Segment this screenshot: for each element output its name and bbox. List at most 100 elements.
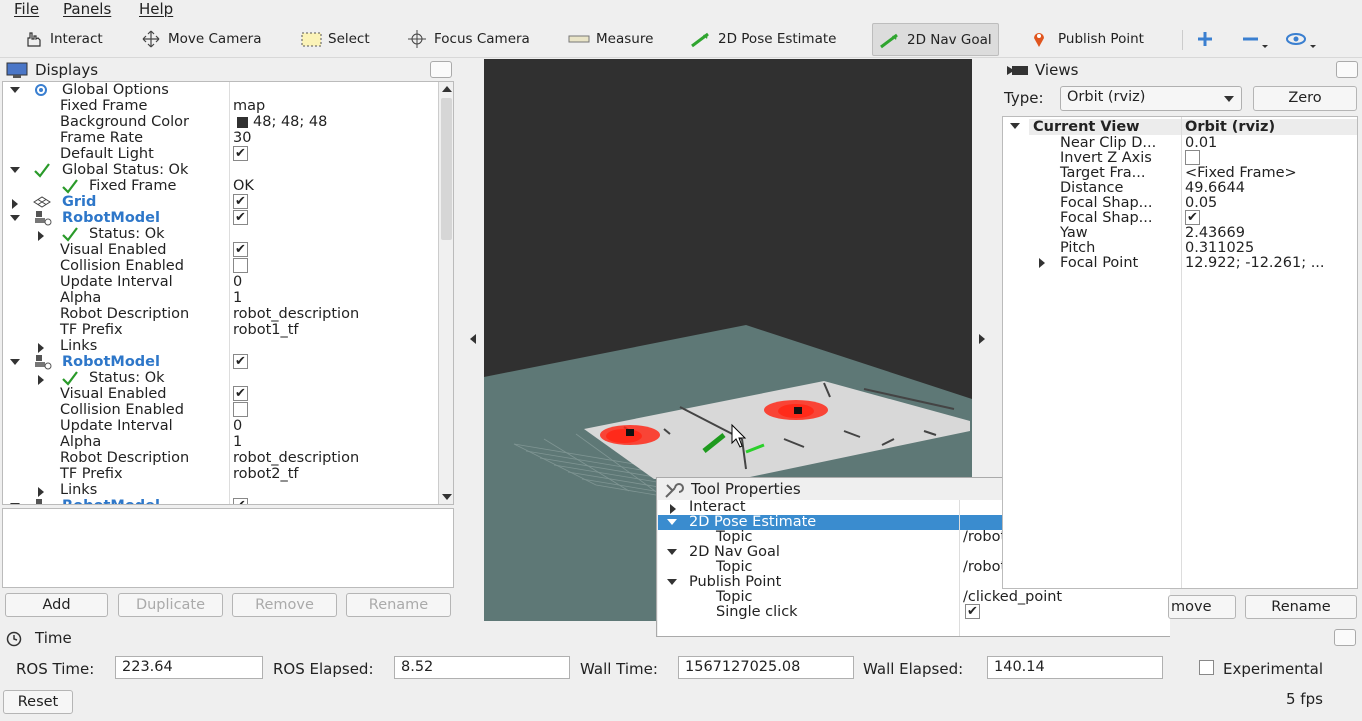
enabled-checkbox[interactable]: ✔ [233, 146, 248, 161]
tool-publish-point[interactable]: Publish Point [1030, 26, 1144, 52]
tool-focus-camera[interactable]: Focus Camera [406, 26, 530, 52]
single-click-checkbox[interactable]: ✔ [965, 604, 980, 619]
view-row-value[interactable]: <Fixed Frame> [1185, 165, 1297, 181]
time-float-button[interactable] [1334, 629, 1356, 646]
scroll-down-arrow[interactable] [442, 494, 452, 500]
expand-arrow[interactable] [38, 343, 44, 353]
expand-arrow[interactable] [667, 519, 677, 525]
display-row-value[interactable]: robot1_tf [233, 322, 299, 338]
view-row-value[interactable]: 0.01 [1185, 135, 1217, 151]
enabled-checkbox[interactable]: ✔ [233, 242, 248, 257]
view-row-name: Focal Shap... [1060, 210, 1153, 226]
enabled-checkbox[interactable]: ✔ [233, 386, 248, 401]
expand-arrow[interactable] [10, 503, 20, 504]
collapse-left-arrow[interactable] [470, 334, 476, 344]
chevron-down-icon [1224, 96, 1234, 102]
enabled-checkbox[interactable] [233, 258, 248, 273]
remove-tool-icon[interactable] [1240, 30, 1272, 54]
expand-arrow[interactable] [10, 215, 20, 221]
displays-scrollbar[interactable] [438, 82, 453, 504]
views-float-button[interactable] [1336, 61, 1358, 78]
displays-tree[interactable]: Global Options Fixed Frame map Background C… [2, 81, 454, 505]
add-display-button[interactable]: Add [5, 593, 108, 617]
expand-focal-point[interactable] [1039, 258, 1045, 268]
display-row-value[interactable]: map [233, 98, 265, 114]
reset-button[interactable]: Reset [3, 690, 73, 714]
add-tool-icon[interactable] [1196, 30, 1216, 54]
display-row-value[interactable]: 30 [233, 130, 251, 146]
display-row-value[interactable]: robot_description [233, 306, 359, 322]
collapse-right-arrow[interactable] [979, 334, 985, 344]
display-row-name: Collision Enabled [60, 402, 184, 418]
expand-arrow[interactable] [667, 579, 677, 585]
tool-row-value[interactable]: /clicked_point [963, 589, 1062, 605]
expand-arrow[interactable] [667, 549, 677, 555]
expand-arrow[interactable] [38, 487, 44, 497]
enabled-checkbox[interactable] [233, 402, 248, 417]
experimental-checkbox[interactable] [1199, 660, 1214, 675]
display-row-name: Status: Ok [89, 226, 165, 242]
display-row-name: TF Prefix [60, 322, 123, 338]
toolbar: Interact Move Camera Select Focus Camera… [0, 20, 1362, 58]
tool-measure[interactable]: Measure [568, 26, 653, 52]
zero-view-button[interactable]: Zero [1253, 86, 1357, 111]
expand-arrow[interactable] [670, 504, 676, 514]
view-checkbox[interactable]: ✔ [1185, 210, 1200, 225]
scroll-up-arrow[interactable] [442, 86, 452, 92]
view-row-value[interactable]: 12.922; -12.261; ... [1185, 255, 1325, 271]
expand-arrow[interactable] [10, 87, 20, 93]
move-camera-icon [140, 30, 162, 48]
ros-time-field[interactable]: 223.64 [115, 656, 263, 679]
display-row-value[interactable]: 1 [233, 434, 242, 450]
view-row-value[interactable]: 0.311025 [1185, 240, 1254, 256]
tool-2d-pose-estimate[interactable]: 2D Pose Estimate [690, 26, 836, 52]
view-row-value[interactable]: 2.43669 [1185, 225, 1245, 241]
display-row-value[interactable]: 0 [233, 418, 242, 434]
display-row-value[interactable]: robot2_tf [233, 466, 299, 482]
rename-display-button[interactable]: Rename [346, 593, 451, 617]
view-checkbox[interactable] [1185, 150, 1200, 165]
enabled-checkbox[interactable]: ✔ [233, 194, 248, 209]
display-row-value[interactable]: 0 [233, 274, 242, 290]
menu-help[interactable]: Help [139, 0, 173, 18]
display-row-name: Fixed Frame [60, 98, 148, 114]
view-row-value[interactable]: 49.6644 [1185, 180, 1245, 196]
tool-2d-nav-goal[interactable]: 2D Nav Goal [872, 23, 999, 56]
expand-arrow[interactable] [10, 359, 20, 365]
enabled-checkbox[interactable]: ✔ [233, 498, 248, 504]
display-row-value[interactable]: 1 [233, 290, 242, 306]
ros-elapsed-field[interactable]: 8.52 [394, 656, 570, 679]
tool-move-camera[interactable]: Move Camera [140, 26, 261, 52]
display-row-value[interactable]: robot_description [233, 450, 359, 466]
expand-arrow[interactable] [10, 167, 20, 173]
view-type-select[interactable]: Orbit (rviz) [1060, 86, 1242, 111]
tool-row-name: 2D Nav Goal [689, 544, 780, 560]
view-row-value[interactable]: 0.05 [1185, 195, 1217, 211]
color-swatch[interactable] [237, 117, 248, 128]
expand-arrow[interactable] [38, 375, 44, 385]
menu-panels[interactable]: Panels [63, 0, 111, 18]
duplicate-display-button[interactable]: Duplicate [118, 593, 223, 617]
expand-arrow[interactable] [12, 199, 18, 209]
display-row-value[interactable]: 48; 48; 48 [253, 114, 327, 130]
left-splitter[interactable] [462, 59, 484, 621]
wall-elapsed-field[interactable]: 140.14 [987, 656, 1163, 679]
displays-float-button[interactable] [430, 61, 452, 78]
enabled-checkbox[interactable]: ✔ [233, 354, 248, 369]
tool-select[interactable]: Select [300, 26, 370, 52]
enabled-checkbox[interactable]: ✔ [233, 210, 248, 225]
eye-icon[interactable] [1284, 30, 1318, 54]
remove-display-button[interactable]: Remove [232, 593, 337, 617]
rename-view-button[interactable]: Rename [1245, 595, 1357, 619]
expand-arrow[interactable] [38, 231, 44, 241]
wall-time-field[interactable]: 1567127025.08 [678, 656, 854, 679]
remove-view-button[interactable]: move [1168, 595, 1236, 619]
tool-interact[interactable]: Interact [22, 26, 103, 52]
display-row-value[interactable]: OK [233, 178, 254, 194]
expand-current-view[interactable] [1010, 123, 1020, 129]
menu-file[interactable]: File [14, 0, 39, 18]
views-tree[interactable]: Current View Orbit (rviz) Near Clip D...… [1002, 116, 1358, 589]
scroll-thumb[interactable] [441, 98, 452, 240]
views-column-divider [1181, 117, 1182, 588]
display-description-box [2, 508, 454, 588]
